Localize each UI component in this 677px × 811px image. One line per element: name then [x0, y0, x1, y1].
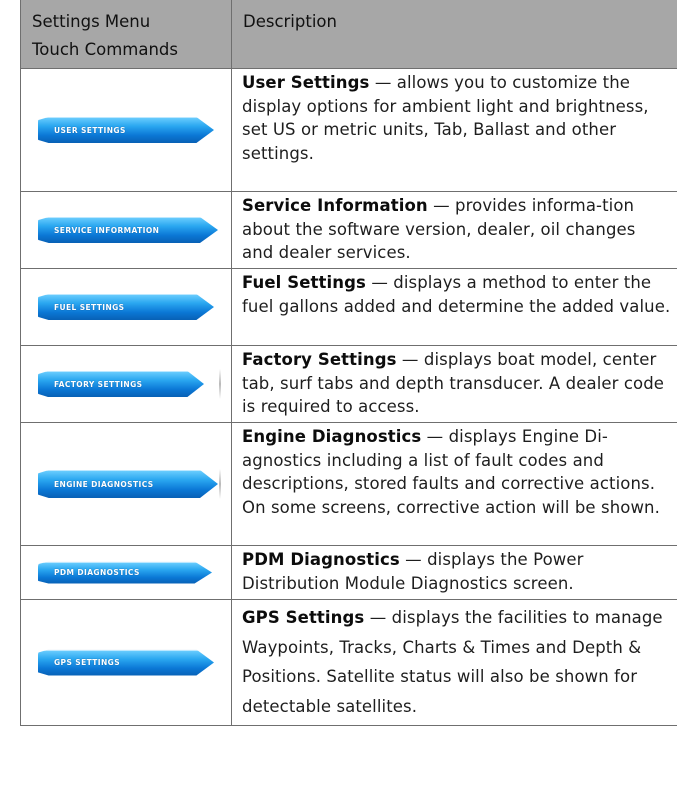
description-cell: User Settings — allows you to customize …: [231, 68, 677, 192]
divider-line: [219, 469, 221, 499]
table-row: ENGINE DIAGNOSTICS Engine Diagnostics — …: [20, 422, 677, 546]
button-label: FACTORY SETTINGS: [54, 379, 143, 389]
button-label: GPS SETTINGS: [54, 658, 121, 667]
description-title: User Settings: [242, 73, 370, 92]
header-description: Description: [231, 0, 677, 69]
description-cell: Fuel Settings — displays a method to ent…: [231, 268, 677, 346]
factory-settings-button[interactable]: FACTORY SETTINGS: [38, 371, 204, 397]
description-cell: Engine Diagnostics — displays Engine Di-…: [231, 422, 677, 546]
description-title: PDM Diagnostics: [242, 550, 400, 569]
table-row: FACTORY SETTINGS Factory Settings — disp…: [20, 345, 677, 423]
button-label: SERVICE INFORMATION: [54, 225, 160, 235]
description-title: Factory Settings: [242, 350, 397, 369]
description-title: Engine Diagnostics: [242, 427, 422, 446]
header-col1-line2: Touch Commands: [32, 40, 179, 59]
description-title: GPS Settings: [242, 608, 365, 627]
description-title: Service Information: [242, 196, 428, 215]
divider-line: [219, 369, 221, 399]
service-information-button[interactable]: SERVICE INFORMATION: [38, 217, 218, 243]
settings-commands-table: Settings Menu Touch Commands Description…: [20, 0, 677, 726]
table-row: FUEL SETTINGS Fuel Settings — displays a…: [20, 268, 677, 346]
table-row: USER SETTINGS User Settings — allows you…: [20, 68, 677, 192]
button-label: USER SETTINGS: [54, 125, 126, 135]
header-touch-commands: Settings Menu Touch Commands: [20, 0, 232, 69]
button-cell: SERVICE INFORMATION: [20, 191, 232, 269]
description-cell: PDM Diagnostics — displays the Power Dis…: [231, 545, 677, 600]
description-cell: GPS Settings — displays the facilities t…: [231, 599, 677, 726]
description-cell: Service Information — provides informa-t…: [231, 191, 677, 269]
button-label: PDM DIAGNOSTICS: [54, 568, 140, 577]
button-label: ENGINE DIAGNOSTICS: [54, 479, 154, 489]
description-title: Fuel Settings: [242, 273, 366, 292]
engine-diagnostics-button[interactable]: ENGINE DIAGNOSTICS: [38, 470, 218, 498]
button-cell: GPS SETTINGS: [20, 599, 232, 726]
table-row: GPS SETTINGS GPS Settings — displays the…: [20, 599, 677, 726]
table-row: SERVICE INFORMATION Service Information …: [20, 191, 677, 269]
table-header-row: Settings Menu Touch Commands Description: [20, 0, 677, 69]
fuel-settings-button[interactable]: FUEL SETTINGS: [38, 294, 214, 320]
button-cell: USER SETTINGS: [20, 68, 232, 192]
button-cell: FUEL SETTINGS: [20, 268, 232, 346]
header-col1-line1: Settings Menu: [32, 12, 151, 31]
user-settings-button[interactable]: USER SETTINGS: [38, 117, 214, 143]
table-row: PDM DIAGNOSTICS PDM Diagnostics — displa…: [20, 545, 677, 600]
pdm-diagnostics-button[interactable]: PDM DIAGNOSTICS: [38, 561, 212, 584]
button-cell: PDM DIAGNOSTICS: [20, 545, 232, 600]
button-cell: ENGINE DIAGNOSTICS: [20, 422, 232, 546]
button-cell: FACTORY SETTINGS: [20, 345, 232, 423]
gps-settings-button[interactable]: GPS SETTINGS: [38, 649, 214, 676]
button-label: FUEL SETTINGS: [54, 302, 125, 312]
description-cell: Factory Settings — displays boat model, …: [231, 345, 677, 423]
